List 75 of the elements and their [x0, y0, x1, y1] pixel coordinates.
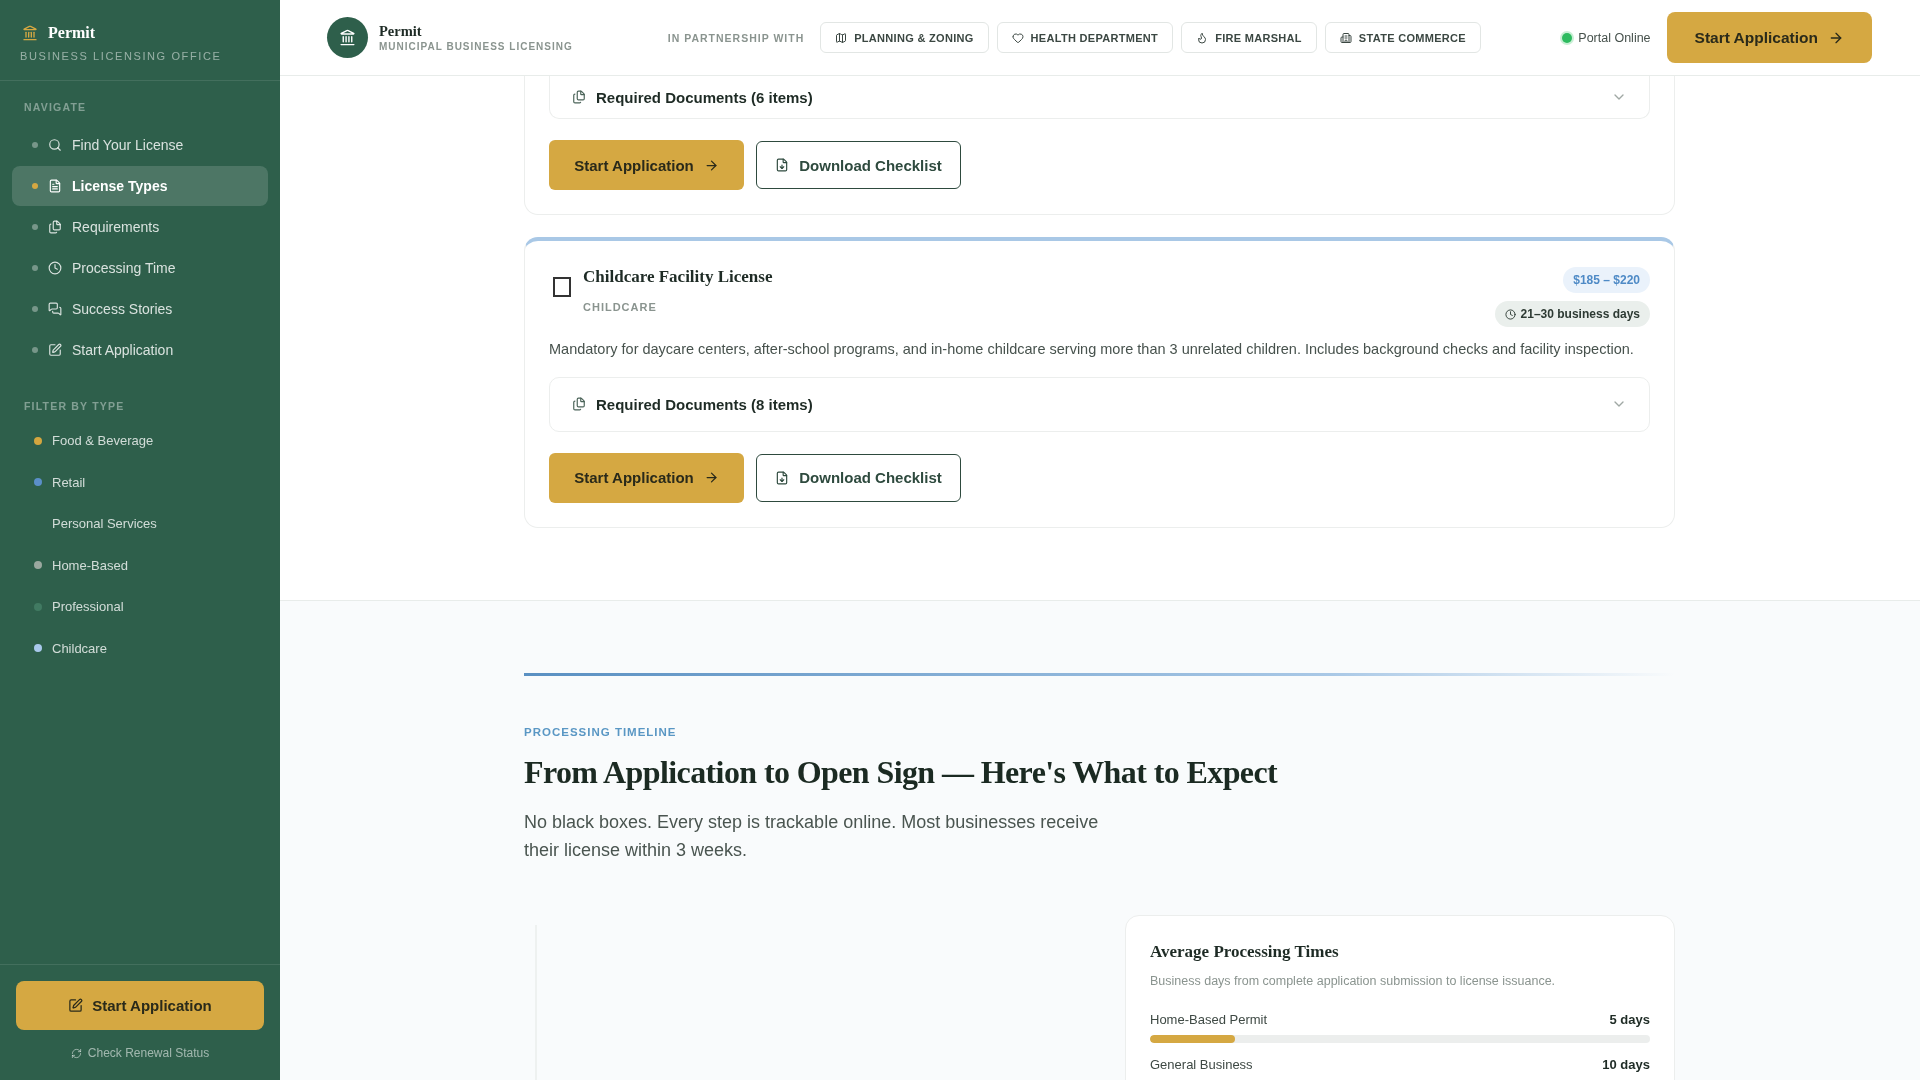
- filter-item[interactable]: Childcare: [34, 627, 280, 669]
- documents-icon: [572, 90, 586, 104]
- map-icon: [835, 31, 848, 44]
- arrow-right-icon: [703, 157, 719, 173]
- filter-item[interactable]: Personal Services: [34, 503, 280, 545]
- download-checklist-button[interactable]: Download Checklist: [756, 141, 961, 189]
- section-heading: NAVIGATE: [23, 101, 88, 113]
- download-checklist-button[interactable]: Download Checklist: [756, 453, 961, 502]
- days-value: 10 days: [1602, 1056, 1650, 1072]
- section-lead: No black boxes. Every step is trackable online. Most businesses receive their license within 3 weeks.: [524, 810, 1100, 862]
- card-title: Average Processing Times: [1150, 941, 1340, 962]
- nav-item[interactable]: License Types: [12, 166, 268, 206]
- nav-item[interactable]: Success Stories: [12, 289, 268, 329]
- filter-label: Retail: [52, 474, 86, 490]
- filter-item[interactable]: Home-Based: [34, 544, 280, 586]
- section-title: From Application to Open Sign — Here's What to Expect: [524, 753, 1279, 791]
- documents-accordion[interactable]: Required Documents (6 items): [549, 76, 1650, 119]
- section-heading: FILTER BY TYPE: [23, 400, 126, 412]
- document-icon: [48, 179, 62, 193]
- search-icon: [48, 138, 62, 152]
- filter-label: Food & Beverage: [52, 433, 154, 449]
- start-application-button[interactable]: Start Application: [549, 140, 744, 190]
- renewal-link[interactable]: Check Renewal Status: [70, 1046, 210, 1060]
- license-title: Childcare Facility License: [583, 267, 773, 287]
- compare-checkbox[interactable]: [553, 277, 571, 297]
- fee-badge: $185 – $220: [1563, 267, 1650, 293]
- nav-item[interactable]: Find Your License: [12, 125, 268, 165]
- section-eyebrow: PROCESSING TIMELINE: [524, 725, 678, 738]
- portal-status: Portal Online: [1562, 30, 1651, 45]
- brand-subtitle: BUSINESS LICENSING OFFICE: [20, 50, 223, 62]
- refresh-icon: [70, 1047, 82, 1059]
- edit-icon: [68, 998, 84, 1013]
- license-description: Mandatory for daycare centers, after-school programs, and in-home childcare serving more than 3 unrelated children. Includes background checks and facility inspection.: [549, 340, 1635, 359]
- clock-icon: [48, 261, 62, 275]
- filter-label: Personal Services: [52, 516, 157, 532]
- clock-icon: [1504, 308, 1516, 320]
- filter-label: Childcare: [52, 640, 107, 656]
- flame-icon: [1196, 31, 1209, 44]
- duration-badge: 21–30 business days: [1494, 301, 1650, 327]
- filter-label: Home-Based: [52, 557, 128, 573]
- edit-icon: [48, 343, 62, 357]
- license-category: CHILDCARE: [583, 301, 658, 313]
- filter-item[interactable]: Food & Beverage: [34, 420, 280, 462]
- filter-label: Professional: [52, 599, 124, 615]
- landmark-icon: [22, 25, 38, 41]
- start-application-button[interactable]: Start Application: [549, 452, 744, 503]
- brand-name: Permit: [379, 23, 423, 40]
- file-download-icon: [775, 470, 790, 485]
- chat-icon: [48, 302, 62, 316]
- arrow-right-icon: [703, 470, 719, 486]
- license-label: Home-Based Permit: [1150, 1011, 1268, 1027]
- logo-icon: [327, 17, 368, 58]
- documents-icon: [572, 397, 586, 412]
- heart-icon: [1011, 31, 1024, 44]
- brand-name: Permit: [48, 24, 96, 42]
- start-application-button[interactable]: Start Application: [1666, 12, 1872, 63]
- building-icon: [1339, 31, 1352, 44]
- nav-item[interactable]: Processing Time: [12, 248, 268, 288]
- file-download-icon: [775, 158, 790, 172]
- filter-item[interactable]: Retail: [34, 461, 280, 503]
- partner-label: IN PARTNERSHIP WITH: [667, 31, 805, 44]
- license-label: General Business: [1150, 1056, 1253, 1072]
- partner-chip: STATE COMMERCE: [1324, 22, 1481, 53]
- partner-chip: FIRE MARSHAL: [1181, 22, 1317, 53]
- card-subtitle: Business days from complete application submission to license issuance.: [1150, 973, 1557, 988]
- filter-item[interactable]: Professional: [34, 586, 280, 628]
- nav-item[interactable]: Start Application: [12, 330, 268, 370]
- days-value: 5 days: [1609, 1011, 1650, 1027]
- brand-subtitle: MUNICIPAL BUSINESS LICENSING: [379, 41, 573, 52]
- start-application-button[interactable]: Start Application: [16, 981, 264, 1030]
- documents-icon: [48, 220, 62, 234]
- partner-chip: PLANNING & ZONING: [820, 22, 989, 53]
- nav-item[interactable]: Requirements: [12, 207, 268, 247]
- partner-chip: HEALTH DEPARTMENT: [996, 22, 1174, 53]
- documents-accordion[interactable]: Required Documents (8 items): [549, 376, 1650, 432]
